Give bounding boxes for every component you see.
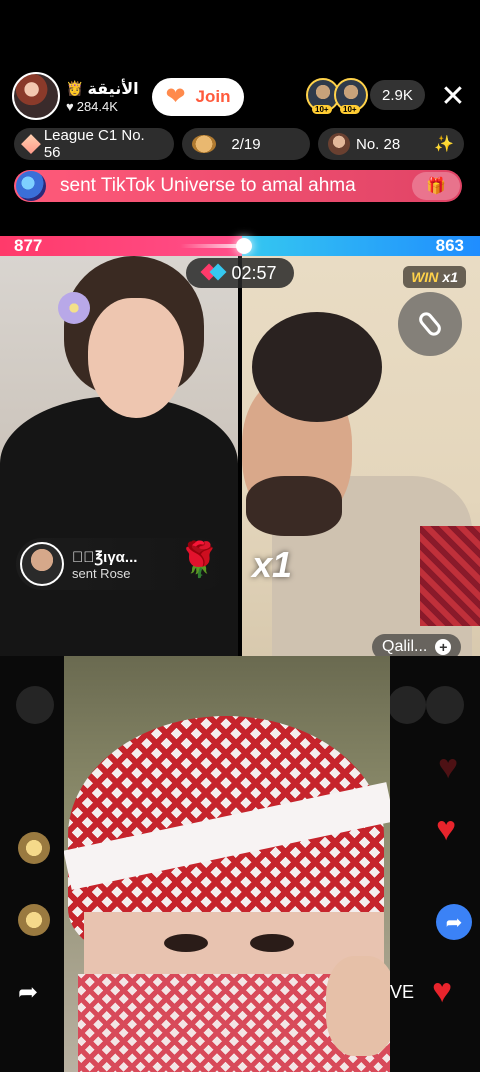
- left-score: 877: [14, 236, 43, 255]
- mic-button[interactable]: [398, 292, 462, 356]
- toast-text: ◥ꦿ℥ιγα... sent Rose: [72, 548, 137, 581]
- toast-avatar[interactable]: [20, 542, 64, 586]
- mic-icon: [416, 309, 444, 339]
- share-outline-icon[interactable]: ➦: [18, 978, 38, 1007]
- planet-icon: [192, 135, 216, 153]
- opponent-figure-beard: [246, 476, 342, 536]
- opponent-name: Qalil...: [382, 638, 428, 655]
- host-info: 👸 الأنيقة ♥ 284.4K: [66, 79, 139, 114]
- gem-icon: [21, 134, 41, 154]
- league-label: League C1 No. 56: [43, 127, 145, 161]
- eye-right: [250, 934, 294, 952]
- stats-row: League C1 No. 56 2/19 No. 28 ✨: [14, 127, 466, 162]
- live-label-fragment: VE: [390, 982, 415, 1002]
- host-likes: 284.4K: [76, 98, 118, 114]
- host-figure-body: [0, 396, 238, 656]
- win-streak-badge[interactable]: WIN x1: [403, 266, 466, 288]
- rose-icon: 🌹: [178, 541, 221, 579]
- share-icon[interactable]: ➦: [436, 904, 472, 940]
- host-video[interactable]: [0, 256, 238, 656]
- join-heart-icon: [166, 82, 192, 111]
- right-score: 863: [435, 236, 464, 255]
- ranking-label: No. 28: [356, 135, 401, 153]
- heart-icon: ♥: [432, 972, 453, 1010]
- side-avatar[interactable]: [426, 686, 464, 724]
- hand: [326, 956, 390, 1056]
- flower-icon: [58, 292, 90, 324]
- ranking-avatar: [328, 133, 350, 155]
- win-count: x1: [442, 269, 458, 285]
- win-label: WIN: [411, 269, 439, 285]
- ranking-pill[interactable]: No. 28 ✨: [318, 128, 464, 160]
- gift-combo: x1: [252, 544, 293, 585]
- heart-small-icon: ♥: [66, 98, 74, 114]
- timer-value: 02:57: [231, 262, 277, 283]
- overlay-photo: [64, 656, 390, 1072]
- host-name-row: 👸 الأنيقة: [66, 79, 139, 99]
- viewer-count[interactable]: 2.9K: [370, 80, 425, 110]
- gift-banner-text: sent TikTok Universe to amal ahma: [60, 175, 356, 196]
- battle-icon: [203, 266, 225, 280]
- gift-banner[interactable]: sent TikTok Universe to amal ahma 🎁: [14, 170, 462, 202]
- sparkle-icon: ✨: [434, 136, 454, 153]
- top-viewers[interactable]: 10+ 10+ 2.9K: [306, 78, 425, 114]
- heart-icon: ♥: [436, 810, 457, 848]
- close-button[interactable]: ✕: [438, 82, 468, 112]
- host-figure-face: [88, 298, 184, 418]
- side-avatar[interactable]: [16, 686, 54, 724]
- host-likes-row: ♥ 284.4K: [66, 99, 139, 114]
- background-blanket: [420, 526, 480, 626]
- viewer-level: 10+: [340, 105, 360, 114]
- battle-timer: 02:57: [186, 258, 294, 288]
- side-badge-icon: [18, 904, 50, 936]
- heart-icon: ♥: [438, 748, 459, 786]
- crown-icon: 👸: [66, 80, 84, 96]
- side-badge-icon: [18, 832, 50, 864]
- follow-plus-icon[interactable]: +: [435, 639, 452, 655]
- rank-pill[interactable]: 2/19: [182, 128, 310, 160]
- league-pill[interactable]: League C1 No. 56: [14, 127, 174, 161]
- bar-streak: [180, 244, 240, 248]
- host-avatar[interactable]: [12, 72, 60, 120]
- gift-icon[interactable]: 🎁: [412, 172, 460, 200]
- viewer-level: 10+: [312, 105, 332, 114]
- universe-gift-icon: [16, 171, 46, 201]
- bar-spark-icon: [236, 238, 252, 254]
- opponent-figure-hair: [252, 312, 382, 422]
- host-name: الأنيقة: [87, 80, 139, 98]
- side-avatar[interactable]: [388, 686, 426, 724]
- join-label: Join: [195, 87, 231, 106]
- toast-action: sent Rose: [72, 565, 131, 581]
- rank-label: 2/19: [231, 135, 261, 153]
- toast-username: ◥ꦿ℥ιγα...: [72, 548, 138, 566]
- viewer-avatar[interactable]: 10+: [334, 78, 368, 114]
- eye-left: [164, 934, 208, 952]
- join-button[interactable]: Join: [152, 78, 244, 116]
